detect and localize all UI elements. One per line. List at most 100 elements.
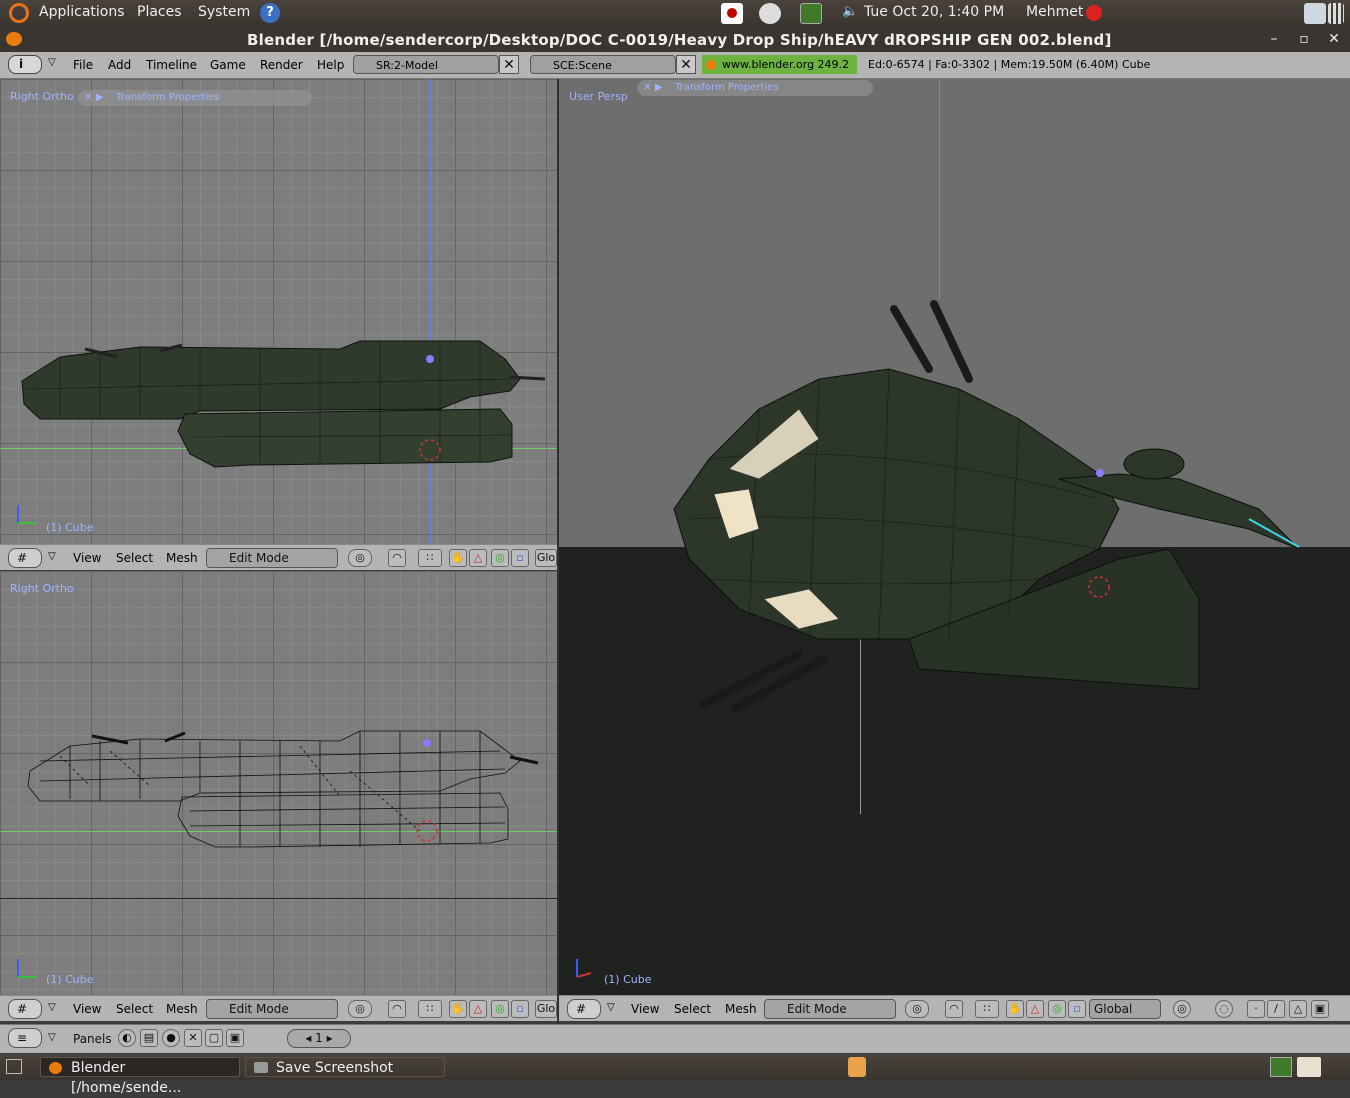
mode-selector[interactable]: Edit Mode bbox=[764, 999, 896, 1019]
panels-menu[interactable]: Panels bbox=[73, 1032, 112, 1046]
blender-window-icon[interactable] bbox=[6, 32, 22, 46]
window-type-buttons-icon[interactable]: ≡ bbox=[8, 1028, 42, 1048]
collapse-triangle-icon[interactable]: ▽ bbox=[48, 1032, 56, 1043]
manipulator-hand-icon[interactable]: ✋ bbox=[1006, 1000, 1024, 1018]
rotate-manipulator-icon[interactable]: ◎ bbox=[491, 1000, 509, 1018]
blender-workspace-icon[interactable] bbox=[1297, 1057, 1321, 1077]
pivot-icon[interactable]: ◠ bbox=[945, 1000, 963, 1018]
menu-places[interactable]: Places bbox=[137, 4, 182, 20]
menu-mesh[interactable]: Mesh bbox=[166, 551, 198, 565]
manipulator-hand-icon[interactable]: ✋ bbox=[449, 1000, 467, 1018]
menu-select[interactable]: Select bbox=[674, 1002, 711, 1016]
mode-selector[interactable]: Edit Mode bbox=[206, 999, 338, 1019]
info-window-type-icon[interactable]: i bbox=[8, 55, 42, 74]
proportional-edit-icon[interactable]: ◎ bbox=[1173, 1000, 1191, 1018]
network-signal-icon[interactable] bbox=[1328, 3, 1344, 24]
keyboard-layout-flag-icon[interactable] bbox=[721, 3, 743, 24]
menu-mesh[interactable]: Mesh bbox=[725, 1002, 757, 1016]
object-context-icon[interactable]: ✕ bbox=[184, 1029, 202, 1047]
trash-applet-icon[interactable] bbox=[848, 1057, 866, 1077]
script-context-icon[interactable]: ▤ bbox=[140, 1029, 158, 1047]
menu-game[interactable]: Game bbox=[210, 58, 246, 72]
translate-manipulator-icon[interactable]: △ bbox=[469, 1000, 487, 1018]
minimize-button[interactable]: – bbox=[1266, 31, 1282, 47]
menu-view[interactable]: View bbox=[631, 1002, 659, 1016]
menu-add[interactable]: Add bbox=[108, 58, 131, 72]
scale-manipulator-icon[interactable]: ▫ bbox=[1068, 1000, 1086, 1018]
viewport-bottom-left[interactable]: Right Ortho (1) Cube bbox=[0, 571, 557, 995]
draw-type-icon[interactable]: ◎ bbox=[905, 1000, 929, 1018]
volume-icon[interactable]: 🔈 bbox=[842, 4, 858, 19]
layer-buttons-icon[interactable]: ∷ bbox=[418, 1000, 442, 1018]
draw-type-icon[interactable]: ◎ bbox=[348, 549, 372, 567]
delete-screen-icon[interactable]: ✕ bbox=[499, 55, 519, 74]
rotate-manipulator-icon[interactable]: ◎ bbox=[491, 549, 509, 567]
menu-mesh[interactable]: Mesh bbox=[166, 1002, 198, 1016]
mode-selector[interactable]: Edit Mode bbox=[206, 548, 338, 568]
help-icon[interactable]: ? bbox=[260, 3, 280, 23]
ship-side-wireframe[interactable] bbox=[0, 571, 557, 995]
ship-perspective-solid[interactable] bbox=[559, 79, 1350, 995]
pivot-icon[interactable]: ◠ bbox=[388, 549, 406, 567]
collapse-triangle-icon[interactable]: ▽ bbox=[607, 1002, 615, 1013]
translate-manipulator-icon[interactable]: △ bbox=[469, 549, 487, 567]
maximize-button[interactable]: ▫ bbox=[1296, 31, 1312, 47]
system-monitor-icon[interactable] bbox=[800, 3, 822, 24]
show-desktop-icon[interactable] bbox=[6, 1059, 22, 1074]
window-type-grid-icon[interactable]: # bbox=[8, 548, 42, 568]
layer-buttons-icon[interactable]: ∷ bbox=[418, 549, 442, 567]
viewport-right[interactable]: User Persp ✕ ▶ Transform Properties (1) C… bbox=[559, 79, 1350, 995]
screen-selector[interactable]: SR:2-Model bbox=[353, 55, 499, 74]
layer-buttons-icon[interactable]: ∷ bbox=[975, 1000, 999, 1018]
display-icon[interactable] bbox=[1304, 3, 1326, 24]
draw-type-icon[interactable]: ◎ bbox=[348, 1000, 372, 1018]
scene-context-icon[interactable]: ▣ bbox=[226, 1029, 244, 1047]
viewport-top-left[interactable]: Right Ortho ✕ ▶ Transform Properties (1) … bbox=[0, 79, 557, 544]
window-type-grid-icon[interactable]: # bbox=[8, 999, 42, 1019]
manipulator-hand-icon[interactable]: ✋ bbox=[449, 549, 467, 567]
window-type-grid-icon[interactable]: # bbox=[567, 999, 601, 1019]
orientation-selector[interactable]: Global bbox=[1089, 999, 1161, 1019]
taskbar-item-blender[interactable]: Blender [/home/sende... bbox=[40, 1057, 240, 1096]
occlude-geometry-icon[interactable]: ▣ bbox=[1311, 1000, 1329, 1018]
menu-system[interactable]: System bbox=[198, 4, 250, 20]
menu-select[interactable]: Select bbox=[116, 551, 153, 565]
taskbar-item-screenshot[interactable]: Save Screenshot bbox=[245, 1057, 445, 1077]
scale-manipulator-icon[interactable]: ▫ bbox=[511, 549, 529, 567]
menu-file[interactable]: File bbox=[73, 58, 93, 72]
menu-view[interactable]: View bbox=[73, 1002, 101, 1016]
scale-manipulator-icon[interactable]: ▫ bbox=[511, 1000, 529, 1018]
menu-timeline[interactable]: Timeline bbox=[146, 58, 197, 72]
scene-selector[interactable]: SCE:Scene bbox=[530, 55, 676, 74]
clock-applet-icon[interactable] bbox=[759, 3, 781, 24]
translate-manipulator-icon[interactable]: △ bbox=[1026, 1000, 1044, 1018]
shading-context-icon[interactable]: ● bbox=[162, 1029, 180, 1047]
menu-applications[interactable]: Applications bbox=[39, 4, 125, 20]
orientation-selector[interactable]: Glo bbox=[535, 549, 557, 567]
delete-scene-icon[interactable]: ✕ bbox=[676, 55, 696, 74]
blender-version-link[interactable]: www.blender.org 249.2 bbox=[702, 55, 857, 74]
logic-context-icon[interactable]: ◐ bbox=[118, 1029, 136, 1047]
menu-view[interactable]: View bbox=[73, 551, 101, 565]
clock-text[interactable]: Tue Oct 20, 1:40 PM bbox=[864, 4, 1004, 20]
editing-context-icon[interactable]: ▢ bbox=[205, 1029, 223, 1047]
collapse-triangle-icon[interactable]: ▽ bbox=[48, 551, 56, 562]
collapse-triangle-icon[interactable]: ▽ bbox=[48, 1002, 56, 1013]
current-frame-field[interactable]: ◂ 1 ▸ bbox=[287, 1029, 351, 1048]
vertex-select-icon[interactable]: · bbox=[1247, 1000, 1265, 1018]
close-button[interactable]: ✕ bbox=[1326, 31, 1342, 47]
menu-select[interactable]: Select bbox=[116, 1002, 153, 1016]
menu-help[interactable]: Help bbox=[317, 58, 344, 72]
menu-render[interactable]: Render bbox=[260, 58, 303, 72]
orientation-selector[interactable]: Glo bbox=[535, 1000, 557, 1018]
ubuntu-logo-icon[interactable] bbox=[9, 3, 29, 23]
pivot-icon[interactable]: ◠ bbox=[388, 1000, 406, 1018]
face-select-icon[interactable]: △ bbox=[1289, 1000, 1307, 1018]
workspace-switcher-icon[interactable] bbox=[1270, 1057, 1292, 1077]
power-icon[interactable] bbox=[1086, 5, 1102, 21]
rotate-manipulator-icon[interactable]: ◎ bbox=[1048, 1000, 1066, 1018]
edge-select-icon[interactable]: / bbox=[1267, 1000, 1285, 1018]
ship-side-solid[interactable] bbox=[0, 79, 557, 544]
collapse-triangle-icon[interactable]: ▽ bbox=[48, 57, 56, 68]
user-name[interactable]: Mehmet bbox=[1026, 4, 1083, 20]
